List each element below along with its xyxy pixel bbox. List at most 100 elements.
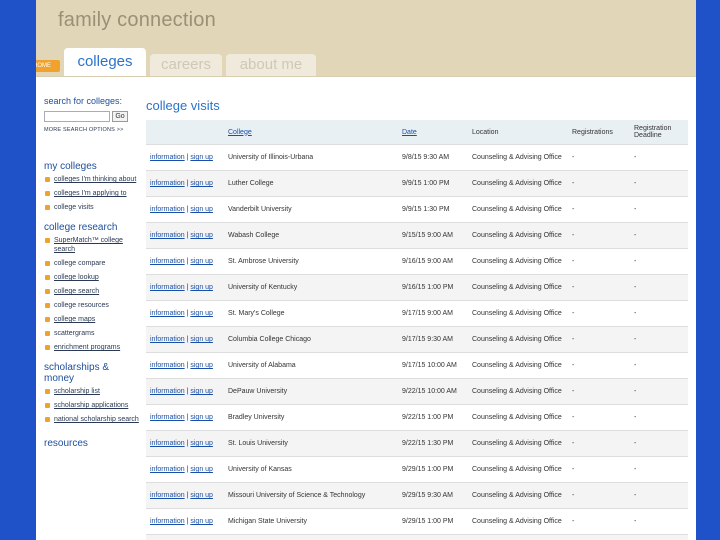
go-button[interactable]: Go — [112, 111, 128, 122]
college-research-list: SuperMatch™ college search college compa… — [44, 236, 140, 352]
sign-up-link[interactable]: sign up — [190, 414, 213, 421]
my-colleges-list: colleges I'm thinking about colleges I'm… — [44, 175, 140, 212]
bullet-icon — [45, 389, 50, 394]
bullet-icon — [45, 275, 50, 280]
information-link[interactable]: information — [150, 284, 185, 291]
tab-about-me[interactable]: about me — [226, 54, 316, 76]
information-link[interactable]: information — [150, 180, 185, 187]
sidebar-link-thinking-about[interactable]: colleges I'm thinking about — [54, 176, 136, 183]
search-heading: search for colleges: — [44, 96, 123, 106]
row-actions: information | sign up — [146, 144, 224, 171]
sidebar-link-national-scholarship-search[interactable]: national scholarship search — [54, 416, 139, 423]
information-link[interactable]: information — [150, 258, 185, 265]
page-title: college visits — [146, 98, 220, 113]
list-item: enrichment programs — [44, 343, 140, 352]
date-cell: 9/17/15 10:00 AM — [398, 352, 468, 379]
sidebar-link-applying-to[interactable]: colleges I'm applying to — [54, 190, 127, 197]
information-link[interactable]: information — [150, 232, 185, 239]
sidebar-link-college-search[interactable]: college search — [54, 288, 99, 295]
college-name: St. Mary's College — [228, 310, 285, 317]
registrations-cell: - — [568, 222, 630, 249]
information-link[interactable]: information — [150, 518, 185, 525]
sign-up-link[interactable]: sign up — [190, 362, 213, 369]
sign-up-link[interactable]: sign up — [190, 466, 213, 473]
information-link[interactable]: information — [150, 310, 185, 317]
deadline-cell: - — [630, 456, 688, 483]
bullet-icon — [45, 331, 50, 336]
action-separator: | — [186, 336, 189, 343]
date-cell: 9/22/15 1:00 PM — [398, 404, 468, 431]
sidebar-link-college-resources[interactable]: college resources — [54, 302, 109, 309]
information-link[interactable]: information — [150, 414, 185, 421]
bullet-icon — [45, 303, 50, 308]
information-link[interactable]: information — [150, 154, 185, 161]
sidebar-link-scholarship-list[interactable]: scholarship list — [54, 388, 100, 395]
sign-up-link[interactable]: sign up — [190, 336, 213, 343]
sign-up-link[interactable]: sign up — [190, 258, 213, 265]
row-actions: information | sign up — [146, 326, 224, 353]
sign-up-link[interactable]: sign up — [190, 154, 213, 161]
sign-up-link[interactable]: sign up — [190, 206, 213, 213]
location-cell: Counseling & Advising Office — [468, 456, 568, 483]
app-frame: family connection HOME colleges careers … — [36, 0, 696, 540]
column-header-date[interactable]: Date — [398, 120, 468, 145]
sign-up-link[interactable]: sign up — [190, 518, 213, 525]
college-cell: Michigan State University — [224, 508, 398, 535]
search-input[interactable] — [44, 111, 110, 122]
sidebar-link-college-visits[interactable]: college visits — [54, 204, 94, 211]
bullet-icon — [45, 345, 50, 350]
resources-heading: resources — [44, 438, 88, 449]
information-link[interactable]: information — [150, 336, 185, 343]
location-cell: Counseling & Advising Office — [468, 430, 568, 457]
sidebar-link-enrichment-programs[interactable]: enrichment programs — [54, 344, 120, 351]
sign-up-link[interactable]: sign up — [190, 232, 213, 239]
sign-up-link[interactable]: sign up — [190, 492, 213, 499]
date-cell: 9/17/15 9:30 AM — [398, 326, 468, 353]
registrations-cell: - — [568, 430, 630, 457]
college-cell: St. Louis University — [224, 430, 398, 457]
sign-up-link[interactable]: sign up — [190, 388, 213, 395]
information-link[interactable]: information — [150, 362, 185, 369]
information-link[interactable]: information — [150, 388, 185, 395]
location-cell: Counseling & Advising Office — [468, 534, 568, 540]
tab-careers[interactable]: careers — [150, 54, 222, 76]
row-actions: information | sign up — [146, 482, 224, 509]
deadline-cell: - — [630, 534, 688, 540]
information-link[interactable]: information — [150, 466, 185, 473]
sign-up-link[interactable]: sign up — [190, 440, 213, 447]
more-search-options-link[interactable]: MORE SEARCH OPTIONS >> — [44, 127, 140, 133]
sort-college-link[interactable]: College — [228, 129, 252, 136]
row-actions: information | sign up — [146, 508, 224, 535]
tab-colleges[interactable]: colleges — [64, 48, 146, 76]
action-separator: | — [186, 206, 189, 213]
deadline-cell: - — [630, 248, 688, 275]
sidebar-link-scholarship-applications[interactable]: scholarship applications — [54, 402, 128, 409]
column-header-college[interactable]: College — [224, 120, 398, 145]
sign-up-link[interactable]: sign up — [190, 310, 213, 317]
information-link[interactable]: information — [150, 206, 185, 213]
location-cell: Counseling & Advising Office — [468, 352, 568, 379]
home-button[interactable]: HOME — [36, 60, 60, 72]
table-header-row: College Date Location Registrations Regi… — [146, 120, 688, 145]
information-link[interactable]: information — [150, 440, 185, 447]
bullet-icon — [45, 238, 50, 243]
sidebar-link-college-lookup[interactable]: college lookup — [54, 274, 99, 281]
action-separator: | — [186, 466, 189, 473]
registrations-cell: - — [568, 300, 630, 327]
action-separator: | — [186, 388, 189, 395]
sidebar: search for colleges: Go MORE SEARCH OPTI… — [44, 96, 140, 449]
sign-up-link[interactable]: sign up — [190, 180, 213, 187]
sidebar-link-supermatch[interactable]: SuperMatch™ college search — [54, 237, 123, 253]
sign-up-link[interactable]: sign up — [190, 284, 213, 291]
location-cell: Counseling & Advising Office — [468, 222, 568, 249]
table-row: information | sign up Columbia College Ch… — [146, 326, 688, 353]
sidebar-link-college-compare[interactable]: college compare — [54, 260, 105, 267]
sort-date-link[interactable]: Date — [402, 129, 417, 136]
information-link[interactable]: information — [150, 492, 185, 499]
college-name: Vanderbilt University — [228, 206, 292, 213]
sidebar-link-scattergrams[interactable]: scattergrams — [54, 330, 94, 337]
college-cell: University of Alabama — [224, 352, 398, 379]
scholarships-heading: scholarships & money — [44, 362, 110, 384]
sidebar-link-college-maps[interactable]: college maps — [54, 316, 95, 323]
column-header-actions — [146, 120, 224, 145]
